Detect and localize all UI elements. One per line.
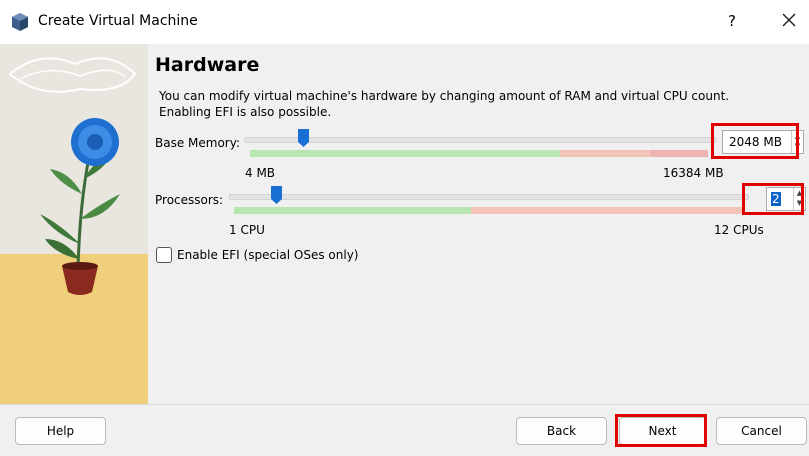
processors-slider-thumb[interactable] [270, 186, 282, 204]
back-button[interactable]: Back [516, 417, 607, 445]
next-highlight [615, 414, 707, 447]
processors-slider[interactable] [229, 194, 749, 200]
help-button[interactable]: Help [15, 417, 106, 445]
enable-efi-checkbox[interactable] [156, 247, 172, 263]
base-memory-label: Base Memory: [155, 136, 241, 150]
base-memory-highlight [711, 123, 799, 159]
processors-max-label: 12 CPUs [714, 223, 764, 237]
processors-scale [234, 207, 742, 214]
hardware-page: Hardware You can modify virtual machine'… [148, 44, 809, 404]
wizard-illustration [0, 44, 148, 404]
help-icon[interactable]: ? [728, 12, 736, 30]
processors-highlight [742, 183, 804, 215]
base-memory-slider[interactable] [244, 137, 716, 143]
base-memory-max-label: 16384 MB [663, 166, 724, 180]
base-memory-min-label: 4 MB [245, 166, 276, 180]
base-memory-slider-thumb[interactable] [297, 129, 309, 147]
title-bar: Create Virtual Machine ? [0, 0, 809, 44]
window-title: Create Virtual Machine [38, 13, 198, 29]
cancel-button[interactable]: Cancel [716, 417, 807, 445]
close-icon[interactable] [780, 10, 798, 30]
processors-label: Processors: [155, 193, 224, 207]
page-description: You can modify virtual machine's hardwar… [159, 89, 730, 119]
processors-min-label: 1 CPU [229, 223, 265, 237]
base-memory-scale [250, 150, 708, 157]
page-heading: Hardware [155, 54, 260, 76]
button-bar: Help Back Next Cancel [0, 404, 809, 456]
enable-efi-label[interactable]: Enable EFI (special OSes only) [177, 248, 358, 262]
virtualbox-icon [12, 13, 28, 31]
